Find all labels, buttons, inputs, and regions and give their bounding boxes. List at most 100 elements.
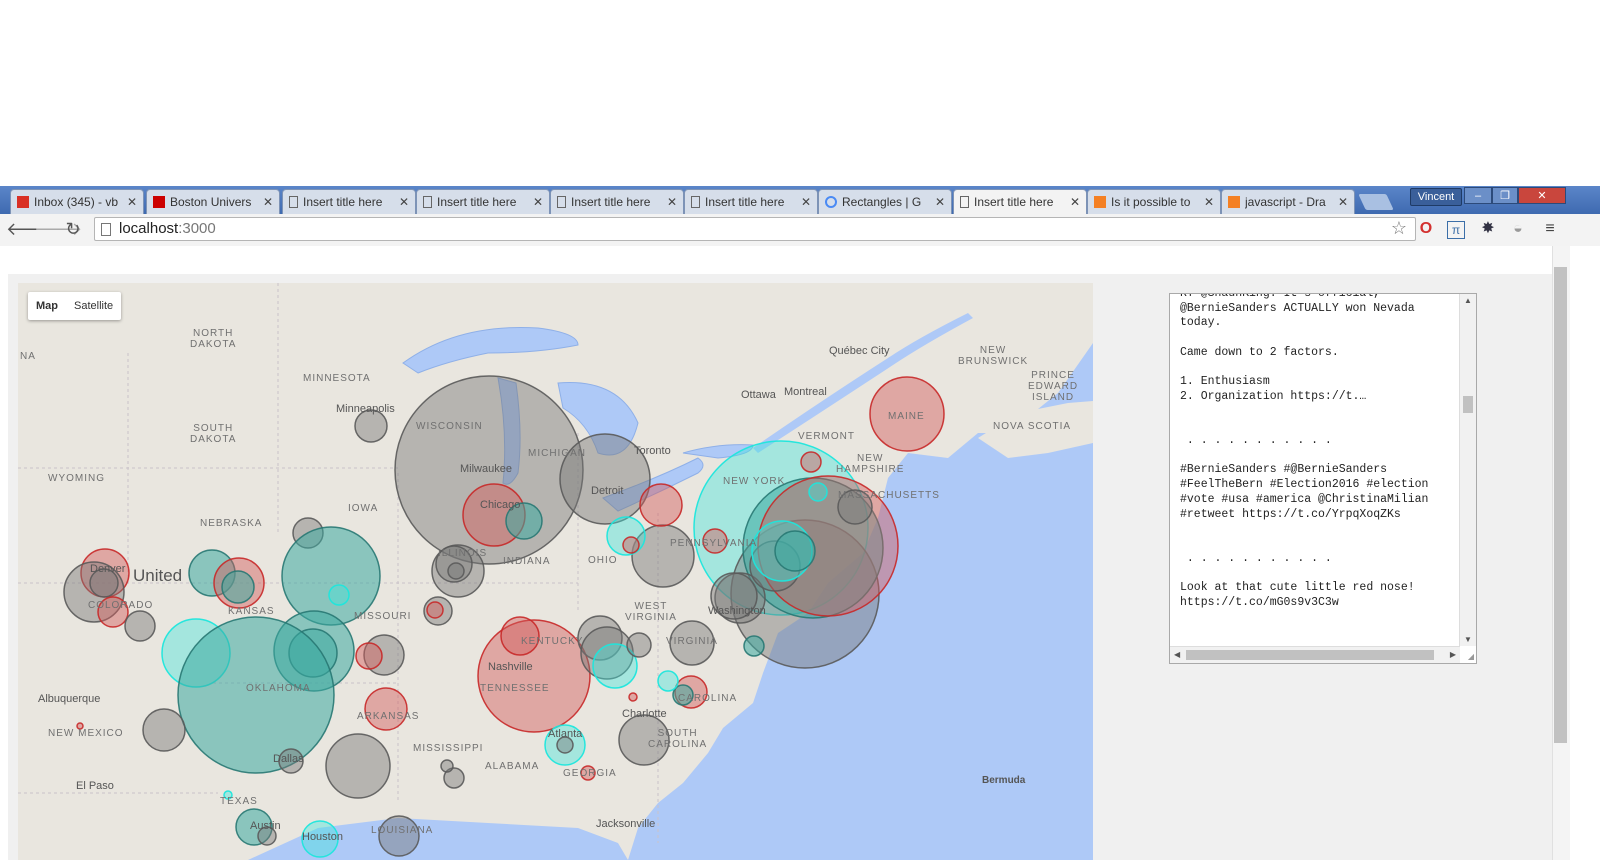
city-label-montreal: Montreal [784, 386, 827, 398]
scroll-down-arrow-icon[interactable]: ▼ [1464, 635, 1472, 644]
tab-close-icon[interactable]: ✕ [667, 195, 677, 209]
textarea-vertical-thumb[interactable] [1463, 396, 1473, 413]
state-label-south-carolina: SOUTH CAROLINA [648, 728, 708, 750]
browser-tab[interactable]: Insert title here ✕ [684, 189, 818, 214]
city-label-albuquerque: Albuquerque [38, 693, 101, 705]
minimize-button[interactable]: – [1464, 187, 1492, 204]
profile-button[interactable]: Vincent [1410, 188, 1462, 206]
state-label-virginia: VIRGINIA [666, 636, 718, 647]
browser-tab[interactable]: Is it possible to ✕ [1087, 189, 1221, 214]
tweet-bubble-gray [325, 733, 391, 799]
tab-close-icon[interactable]: ✕ [1338, 195, 1348, 209]
browser-tab[interactable]: Insert title here ✕ [416, 189, 550, 214]
state-label-kentucky: KENTUCKY [521, 636, 584, 647]
tweet-bubble-red [800, 451, 822, 473]
tab-title: javascript - Dra [1245, 195, 1326, 209]
state-label-maine: MAINE [888, 411, 925, 422]
page-icon [557, 196, 566, 208]
city-label-charlotte: Charlotte [622, 708, 667, 720]
menu-icon[interactable]: ≡ [1540, 219, 1560, 239]
state-label-new-york: NEW YORK [723, 476, 786, 487]
state-label-nebraska: NEBRASKA [200, 518, 263, 529]
city-label-nashville: Nashville [488, 661, 533, 673]
tab-close-icon[interactable]: ✕ [533, 195, 543, 209]
state-label-oklahoma: OKLAHOMA [246, 683, 311, 694]
state-label-south-dakota: SOUTH DAKOTA [190, 423, 237, 445]
browser-tab[interactable]: Boston Univers ✕ [146, 189, 280, 214]
city-label-detroit: Detroit [591, 485, 624, 497]
tweet-bubble-gray [626, 632, 652, 658]
browser-tab[interactable]: Rectangles | G ✕ [818, 189, 952, 214]
page-scrollbar-thumb[interactable] [1554, 267, 1567, 743]
city-label-austin: Austin [250, 820, 281, 832]
browser-toolbar: 🡐 🡒 ↻ localhost:3000 ☆ O π ✸ ◒ ≡ [0, 214, 1600, 247]
state-label-new-hampshire: NEW HAMPSHIRE [836, 453, 905, 475]
address-bar[interactable]: localhost:3000 ☆ [94, 217, 1416, 241]
state-label-new-brunswick: NEW BRUNSWICK [958, 345, 1029, 367]
state-label-michigan: MICHIGAN [528, 448, 586, 459]
tab-close-icon[interactable]: ✕ [801, 195, 811, 209]
city-label-jacksonville: Jacksonville [596, 818, 656, 830]
tweet-bubble-red [639, 483, 683, 527]
city-label-washington: Washington [708, 605, 766, 617]
state-label-prince-edward-island: PRINCE EDWARD ISLAND [1028, 370, 1079, 403]
bucket-extension-icon[interactable]: ◒ [1508, 219, 1528, 239]
page-icon [289, 196, 298, 208]
opera-extension-icon[interactable]: O [1416, 219, 1436, 239]
tweet-bubble-gray [378, 815, 420, 857]
google-dev-icon [825, 196, 837, 208]
tweet-textarea[interactable]: RT @ShaunKing: It's official, @BernieSan… [1169, 293, 1477, 664]
textarea-vertical-scrollbar[interactable]: ▲ ▼ [1459, 294, 1476, 646]
resize-grip-icon[interactable]: ◢ [1468, 652, 1474, 661]
state-label-north-dakota: NORTH DAKOTA [190, 328, 237, 350]
browser-tab[interactable]: javascript - Dra ✕ [1221, 189, 1355, 214]
scroll-right-arrow-icon[interactable]: ▶ [1450, 650, 1456, 659]
browser-tab[interactable]: Insert title here ✕ [282, 189, 416, 214]
scroll-left-arrow-icon[interactable]: ◀ [1174, 650, 1180, 659]
tab-close-icon[interactable]: ✕ [263, 195, 273, 209]
maximize-button[interactable]: ❐ [1492, 187, 1518, 204]
tweet-bubble-cyan [328, 584, 350, 606]
textarea-horizontal-thumb[interactable] [1186, 650, 1434, 660]
tweet-bubble-teal [774, 530, 816, 572]
map-type-satellite-button[interactable]: Satellite [66, 292, 121, 320]
tab-close-icon[interactable]: ✕ [1070, 195, 1080, 209]
tab-title: Insert title here [437, 195, 517, 209]
state-label-new-mexico: NEW MEXICO [48, 728, 124, 739]
tweet-bubble-red [355, 642, 383, 670]
browser-tab[interactable]: Insert title here ✕ [550, 189, 684, 214]
reload-button[interactable]: ↻ [62, 218, 84, 240]
tab-close-icon[interactable]: ✕ [1204, 195, 1214, 209]
page-icon [960, 196, 969, 208]
scroll-up-arrow-icon[interactable]: ▲ [1464, 296, 1472, 305]
city-label-minneapolis: Minneapolis [336, 403, 395, 415]
textarea-horizontal-scrollbar[interactable]: ◀ ▶ [1170, 646, 1460, 663]
puzzle-extension-icon[interactable]: ✸ [1478, 219, 1498, 239]
city-label-ottawa: Ottawa [741, 389, 776, 401]
browser-tab[interactable]: Insert title here ✕ [953, 189, 1087, 214]
forward-button[interactable]: 🡒 [34, 218, 82, 240]
state-label-texas: TEXAS [220, 796, 258, 807]
tab-close-icon[interactable]: ✕ [127, 195, 137, 209]
tweet-bubble-cyan [657, 670, 679, 692]
tweet-bubble-red [622, 536, 640, 554]
back-button[interactable]: 🡐 [6, 218, 54, 240]
city-label-atlanta: Atlanta [548, 728, 583, 740]
state-label-iowa: IOWA [348, 503, 379, 514]
stackoverflow-icon [1228, 196, 1240, 208]
country-label-united: United [133, 566, 183, 585]
tab-close-icon[interactable]: ✕ [399, 195, 409, 209]
tab-title: Insert title here [303, 195, 383, 209]
map-type-map-button[interactable]: Map [28, 292, 66, 320]
tab-close-icon[interactable]: ✕ [935, 195, 945, 209]
map[interactable]: Map Satellite NORTH DAKOTA SOUTH DAKOTA MI… [18, 283, 1093, 860]
state-label-na: NA [20, 351, 36, 362]
browser-tab[interactable]: Inbox (345) - vb ✕ [10, 189, 144, 214]
pi-extension-icon[interactable]: π [1447, 221, 1465, 239]
state-label-alabama: ALABAMA [485, 761, 540, 772]
close-window-button[interactable]: ✕ [1518, 187, 1566, 204]
tweet-text: RT @ShaunKing: It's official, @BernieSan… [1180, 293, 1429, 653]
state-label-indiana: INDIANA [503, 556, 551, 567]
bookmark-star-icon[interactable]: ☆ [1391, 218, 1407, 239]
city-label-toronto: Toronto [634, 445, 671, 457]
